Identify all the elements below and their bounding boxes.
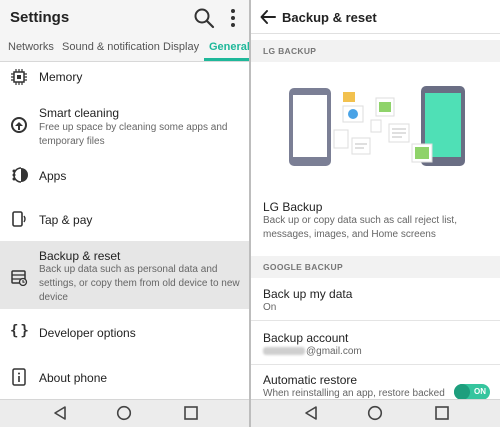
- settings-item-label: Apps: [39, 169, 67, 183]
- settings-item-apps[interactable]: Apps: [0, 160, 249, 190]
- recents-nav-icon[interactable]: [183, 405, 199, 421]
- active-tab-indicator: [204, 58, 249, 61]
- list-divider: [251, 320, 500, 321]
- info-icon: [12, 368, 26, 386]
- backup-my-data-item[interactable]: Back up my data On: [251, 282, 500, 318]
- settings-item-label: Tap & pay: [39, 213, 93, 227]
- settings-item-about-phone[interactable]: About phone: [0, 363, 249, 393]
- smart-cleaning-icon: [11, 117, 27, 133]
- settings-item-smart-cleaning[interactable]: Smart cleaning Free up space by cleaning…: [0, 101, 249, 151]
- memory-chip-icon: [11, 69, 27, 85]
- settings-item-developer-options[interactable]: {} Developer options: [0, 318, 249, 348]
- settings-panel: Settings Networks Sound & notification D…: [0, 0, 249, 427]
- back-nav-icon[interactable]: [303, 405, 319, 421]
- settings-tabs: Networks Sound & notification Display Ge…: [0, 36, 249, 62]
- tab-sound-notification[interactable]: Sound & notification: [62, 41, 160, 53]
- automatic-restore-toggle[interactable]: ON: [454, 384, 490, 400]
- home-nav-icon[interactable]: [367, 405, 383, 421]
- back-nav-icon[interactable]: [52, 405, 68, 421]
- settings-item-summary: Free up space by cleaning some apps and …: [39, 122, 228, 147]
- automatic-restore-title: Automatic restore: [263, 373, 358, 387]
- navigation-bar: [251, 399, 500, 427]
- list-divider: [251, 364, 500, 365]
- backup-transfer-illustration: [289, 86, 465, 166]
- developer-braces-icon: {}: [10, 323, 31, 339]
- settings-title: Settings: [10, 9, 70, 26]
- tab-display[interactable]: Display: [163, 41, 199, 53]
- settings-item-memory[interactable]: Memory: [0, 63, 249, 91]
- navigation-bar: [0, 399, 249, 427]
- apps-icon: [12, 167, 28, 183]
- toggle-label: ON: [474, 387, 486, 396]
- settings-header: Settings: [0, 0, 249, 36]
- settings-item-tap-pay[interactable]: Tap & pay: [0, 205, 249, 235]
- redacted-email-prefix: [263, 347, 305, 356]
- settings-item-label: Backup & reset: [39, 249, 121, 263]
- backup-reset-panel: Backup & reset LG BACKUP LG Backup Back …: [251, 0, 500, 427]
- backup-reset-header: Backup & reset: [251, 0, 500, 34]
- search-icon[interactable]: [193, 7, 215, 29]
- settings-item-summary: Back up data such as personal data and s…: [39, 264, 240, 303]
- home-nav-icon[interactable]: [116, 405, 132, 421]
- section-header-label: GOOGLE BACKUP: [263, 262, 343, 272]
- section-header-label: LG BACKUP: [263, 46, 317, 56]
- lg-backup-item[interactable]: LG Backup Back up or copy data such as c…: [251, 194, 500, 244]
- backup-my-data-title: Back up my data: [263, 287, 353, 301]
- backup-reset-icon: [11, 270, 28, 286]
- lg-backup-summary: Back up or copy data such as call reject…: [263, 215, 457, 240]
- settings-item-label: Smart cleaning: [39, 106, 120, 120]
- settings-item-label: About phone: [39, 371, 108, 385]
- backup-account-title: Backup account: [263, 331, 349, 345]
- toggle-knob: [454, 384, 470, 400]
- tap-pay-icon: [12, 211, 26, 227]
- more-options-icon[interactable]: [226, 7, 240, 29]
- lg-backup-title: LG Backup: [263, 200, 323, 214]
- tab-general[interactable]: General: [209, 41, 249, 53]
- backup-account-email: @gmail.com: [263, 345, 493, 359]
- backup-account-item[interactable]: Backup account @gmail.com: [251, 326, 500, 362]
- recents-nav-icon[interactable]: [434, 405, 450, 421]
- back-arrow-icon[interactable]: [259, 8, 277, 26]
- backup-account-domain: @gmail.com: [306, 346, 362, 357]
- settings-item-label: Developer options: [39, 326, 136, 340]
- section-header-google-backup: GOOGLE BACKUP: [251, 256, 500, 278]
- backup-my-data-value: On: [263, 302, 277, 313]
- settings-item-backup-reset[interactable]: Backup & reset Back up data such as pers…: [0, 241, 249, 309]
- settings-item-label: Memory: [39, 70, 83, 84]
- section-header-lg-backup: LG BACKUP: [251, 40, 500, 62]
- page-title: Backup & reset: [282, 10, 377, 25]
- tab-networks[interactable]: Networks: [8, 41, 54, 53]
